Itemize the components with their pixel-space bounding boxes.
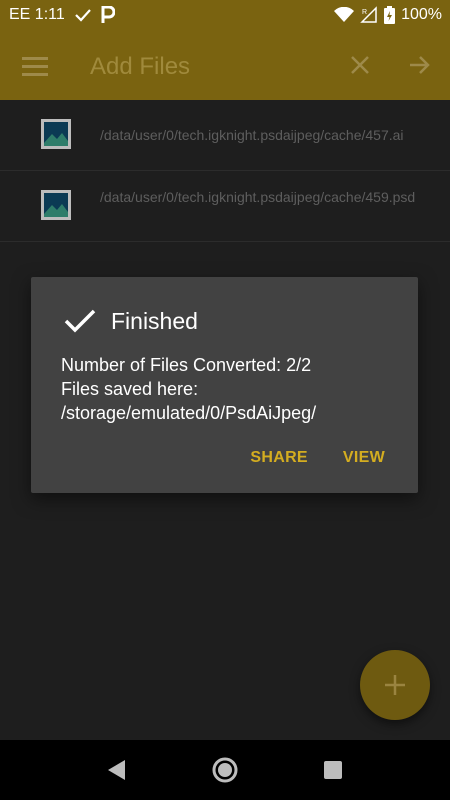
share-button[interactable]: SHARE [250,449,308,467]
add-file-button[interactable] [360,650,430,720]
add-icon [384,674,406,696]
page-title: Add Files [90,53,191,80]
parking-icon [101,6,115,24]
view-button[interactable]: VIEW [343,449,385,467]
finished-dialog: Finished Number of Files Converted: 2/2 … [31,277,418,493]
file-list: /data/user/0/tech.igknight.psdaijpeg/cac… [0,100,450,242]
signal-r-icon: R [360,6,378,24]
check-icon [64,305,96,337]
menu-icon[interactable] [20,51,50,81]
status-bar: EE 1:11 R 100% [0,0,450,33]
battery-level: 100% [401,6,442,23]
files-converted-text: Number of Files Converted: 2/2 [61,355,312,375]
image-icon [41,190,71,220]
home-icon[interactable] [211,756,239,784]
back-icon[interactable] [104,758,128,782]
svg-text:R: R [362,9,367,16]
file-path: /data/user/0/tech.igknight.psdaijpeg/cac… [100,127,404,143]
check-icon [74,8,91,22]
recent-apps-icon[interactable] [323,760,343,780]
navigation-bar [0,740,450,800]
image-icon [41,119,71,149]
arrow-forward-icon[interactable] [405,50,435,80]
dialog-message: Number of Files Converted: 2/2 Files sav… [61,353,401,425]
save-location-text: Files saved here: /storage/emulated/0/Ps… [61,379,317,423]
close-icon[interactable] [345,50,375,80]
dialog-title: Finished [111,308,198,334]
wifi-icon [334,7,355,23]
app-bar: Add Files [0,33,450,100]
file-path: /data/user/0/tech.igknight.psdaijpeg/cac… [100,189,416,205]
file-list-item[interactable]: /data/user/0/tech.igknight.psdaijpeg/cac… [0,100,450,171]
file-list-item[interactable]: /data/user/0/tech.igknight.psdaijpeg/cac… [0,171,450,242]
carrier-time: EE 1:11 [9,6,65,23]
battery-charging-icon [384,6,396,24]
